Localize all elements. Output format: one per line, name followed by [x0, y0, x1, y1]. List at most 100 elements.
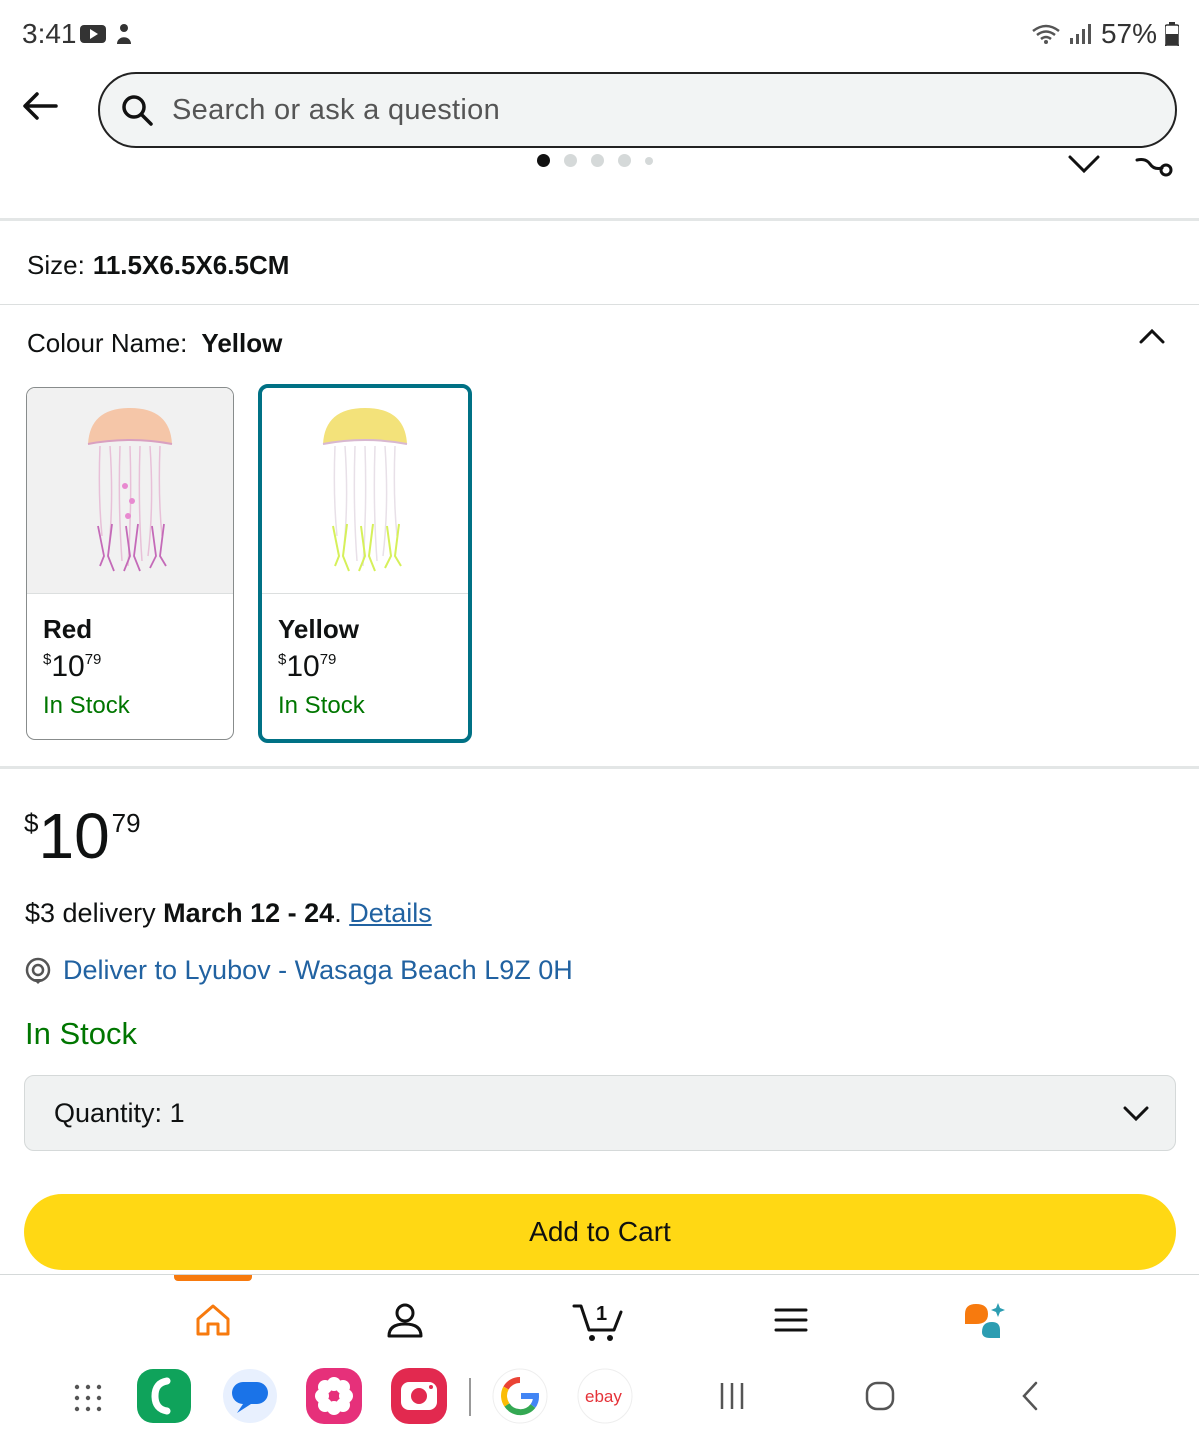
app-notification-icon [117, 24, 131, 44]
signal-icon [1069, 24, 1091, 44]
size-value: 11.5X6.5X6.5CM [92, 250, 290, 280]
deliver-to-link[interactable]: Deliver to Lyubov - Wasaga Beach L9Z 0H [25, 955, 573, 986]
dock-app-google[interactable] [492, 1368, 548, 1424]
carousel-dot-active [537, 154, 550, 167]
carousel-dot [645, 156, 653, 165]
availability-status: In Stock [25, 1016, 137, 1051]
status-system-icons: 57% [1031, 18, 1179, 50]
account-icon [387, 1303, 423, 1338]
dock-app-messages[interactable] [222, 1368, 278, 1424]
delivery-info: $3 delivery March 12 - 24. Details [25, 898, 432, 928]
colour-option-yellow[interactable]: Yellow $1079 In Stock [258, 384, 472, 743]
image-carousel-dots [537, 154, 653, 167]
colour-option-red[interactable]: Red $1079 In Stock [26, 387, 234, 740]
carousel-dot [564, 154, 577, 167]
dock-separator [469, 1378, 471, 1416]
dock-app-flower[interactable] [306, 1368, 362, 1424]
phone-app-icon [137, 1369, 191, 1423]
nav-home[interactable] [185, 1295, 241, 1345]
cart-icon: 1 [572, 1303, 623, 1341]
chevron-down-icon [1123, 1106, 1149, 1122]
status-bar: 3:41 57% [0, 0, 1199, 66]
recents-icon [720, 1383, 744, 1409]
collapse-colour-button[interactable] [1136, 322, 1168, 357]
option-stock: In Stock [278, 692, 365, 719]
price-currency: $ [24, 808, 39, 838]
size-selector: Size: 11.5X6.5X6.5CM [27, 250, 289, 281]
option-name: Red [43, 614, 93, 644]
google-app-icon [492, 1368, 548, 1424]
dock-app-ebay[interactable]: ebay [577, 1368, 633, 1424]
quantity-select[interactable]: Quantity: 1 [24, 1075, 1176, 1151]
product-thumbnail [262, 388, 468, 594]
add-to-cart-button[interactable]: Add to Cart [24, 1194, 1176, 1270]
search-input[interactable]: Search or ask a question [98, 72, 1177, 148]
home-circle-icon [865, 1381, 895, 1411]
delivery-date: March 12 - 24 [163, 898, 335, 928]
chevron-left-icon [1022, 1381, 1038, 1411]
grid-icon [74, 1384, 102, 1412]
jellyfish-yellow-image [322, 407, 408, 571]
status-notification-icons [80, 22, 134, 46]
expand-button[interactable] [1066, 148, 1102, 183]
wifi-icon [1032, 24, 1060, 44]
option-price: $1079 [278, 650, 337, 683]
active-tab-indicator [174, 1275, 252, 1281]
nav-account[interactable] [377, 1295, 433, 1345]
price-fraction: 79 [111, 808, 141, 838]
price-whole: 10 [38, 800, 110, 872]
battery-icon [1165, 22, 1179, 46]
nav-menu[interactable] [763, 1295, 819, 1345]
search-icon [122, 95, 153, 126]
deliver-to-text: Deliver to Lyubov - Wasaga Beach L9Z 0H [63, 955, 573, 985]
recent-apps-button[interactable] [704, 1368, 760, 1424]
product-price: $ 10 79 [24, 800, 141, 868]
colour-value: Yellow [201, 328, 283, 358]
arrow-left-icon [23, 92, 58, 120]
colour-label: Colour Name: [27, 328, 188, 358]
option-stock: In Stock [43, 692, 130, 719]
battery-percent: 57% [1100, 18, 1157, 49]
system-dock: ebay [0, 1358, 1199, 1440]
delivery-details-link[interactable]: Details [349, 898, 432, 928]
status-time: 3:41 [22, 18, 77, 49]
camera-app-icon [391, 1368, 447, 1424]
nav-cart[interactable]: 1 [570, 1295, 626, 1345]
cart-count: 1 [596, 1303, 607, 1325]
chevron-down-icon [1068, 155, 1100, 174]
section-divider [0, 766, 1199, 769]
bottom-navigation: 1 [0, 1274, 1199, 1358]
chevron-up-icon [1139, 328, 1165, 344]
option-name: Yellow [278, 614, 359, 644]
app-drawer-button[interactable] [60, 1370, 116, 1426]
ebay-wordmark: ebay [585, 1387, 622, 1406]
carousel-dot [591, 154, 604, 167]
messages-app-icon [223, 1369, 277, 1423]
ebay-app-icon: ebay [577, 1368, 633, 1424]
jellyfish-red-image [87, 407, 173, 571]
home-button[interactable] [852, 1368, 908, 1424]
search-placeholder: Search or ask a question [172, 93, 500, 126]
flower-app-icon [306, 1368, 362, 1424]
delivery-prefix: $3 delivery [25, 898, 156, 928]
product-thumbnail [27, 388, 233, 594]
size-label: Size: [27, 250, 85, 280]
quantity-text: Quantity: 1 [54, 1097, 185, 1128]
youtube-notification-icon [80, 25, 106, 43]
option-price: $1079 [43, 650, 102, 683]
menu-icon [774, 1308, 808, 1332]
colour-selector: Colour Name: Yellow [27, 328, 282, 359]
system-back-button[interactable] [1002, 1368, 1058, 1424]
share-icon [1135, 158, 1173, 177]
rufus-icon [965, 1303, 1005, 1338]
location-pin-icon [25, 957, 51, 984]
home-icon [196, 1304, 230, 1336]
dock-app-camera[interactable] [391, 1368, 447, 1424]
section-divider [0, 304, 1199, 305]
carousel-dot [618, 154, 631, 167]
back-button[interactable] [18, 84, 62, 128]
section-divider [0, 218, 1199, 221]
dock-app-phone[interactable] [136, 1368, 192, 1424]
nav-rufus[interactable] [956, 1295, 1012, 1345]
share-button[interactable] [1134, 148, 1174, 185]
